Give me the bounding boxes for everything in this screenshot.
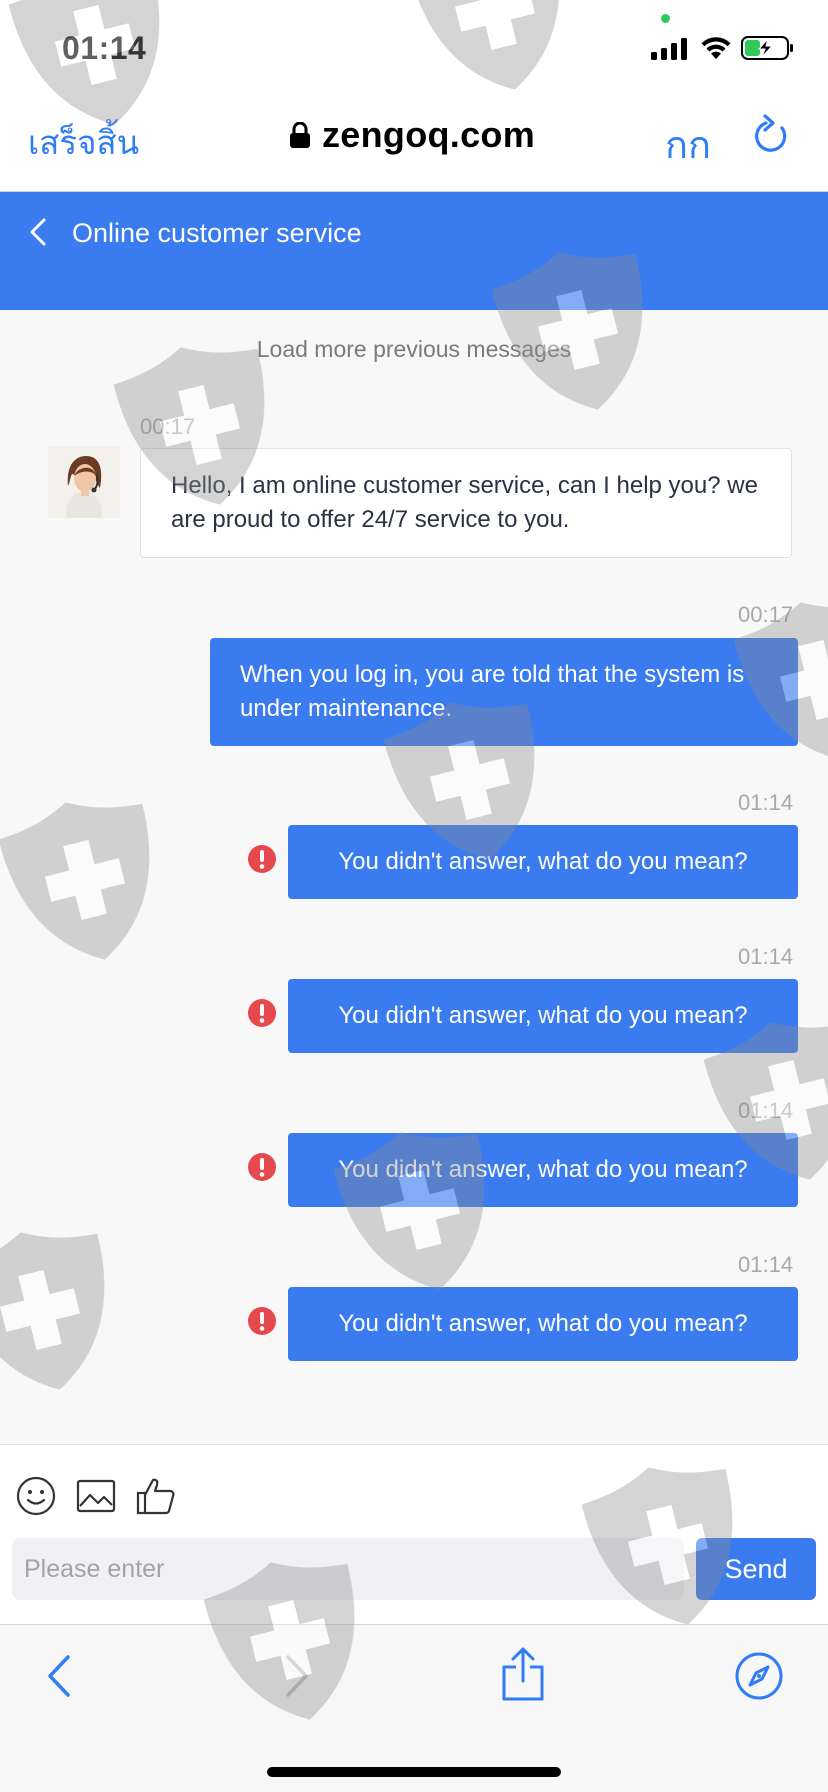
reload-icon[interactable] [752,114,792,158]
message-timestamp: 01:14 [738,944,794,969]
send-failed-icon[interactable] [247,844,277,874]
send-button[interactable]: Send [696,1538,816,1600]
share-icon[interactable] [500,1647,546,1703]
done-button[interactable]: เสร็จสิ้น [28,116,139,169]
send-failed-icon[interactable] [247,1152,277,1182]
message-input[interactable] [12,1538,684,1600]
message-timestamp: 00:17 [738,602,794,627]
message-timestamp: 00:17 [140,414,196,439]
thumbs-up-icon[interactable] [136,1476,176,1516]
forward-icon[interactable] [276,1653,316,1699]
agent-avatar [48,446,120,518]
status-time: 01:14 [62,30,147,66]
user-message-bubble: You didn't answer, what do you mean? [288,1287,798,1361]
cellular-signal-icon [651,38,687,60]
composer-input-row: Send [0,1538,828,1624]
smile-icon[interactable] [16,1476,56,1516]
browser-address-bar: เสร็จสิ้น zengoq.com กก [0,96,828,192]
wifi-icon [701,37,731,59]
message-timestamp: 01:14 [738,1098,794,1123]
chat-header: Online customer service [0,192,828,310]
message-timestamp: 01:14 [738,1252,794,1277]
send-failed-icon[interactable] [247,998,277,1028]
text-size-button[interactable]: กก [665,114,711,175]
user-message-bubble: You didn't answer, what do you mean? [288,979,798,1053]
message-timestamp: 01:14 [738,790,794,815]
image-icon[interactable] [76,1476,116,1516]
chat-message-list[interactable]: Load more previous messages 00:17 Hello,… [0,310,828,1445]
home-indicator [267,1767,561,1777]
back-icon[interactable] [40,1653,80,1699]
composer-toolbar [0,1446,828,1538]
load-more-link[interactable]: Load more previous messages [0,336,828,363]
url-field[interactable]: zengoq.com [290,114,535,156]
browser-toolbar [0,1624,828,1792]
status-bar: 01:14 [0,0,828,96]
back-chevron-icon[interactable] [26,216,50,248]
user-message-bubble: You didn't answer, what do you mean? [288,825,798,899]
camera-indicator-dot [661,14,670,23]
send-failed-icon[interactable] [247,1306,277,1336]
user-message-bubble: When you log in, you are told that the s… [210,638,798,746]
user-message-bubble: You didn't answer, what do you mean? [288,1133,798,1207]
lock-icon [290,122,310,148]
agent-message-bubble: Hello, I am online customer service, can… [140,448,792,558]
compass-icon[interactable] [734,1651,784,1701]
battery-charging-icon [741,36,793,60]
page-title: Online customer service [72,218,362,248]
url-text: zengoq.com [322,114,536,155]
